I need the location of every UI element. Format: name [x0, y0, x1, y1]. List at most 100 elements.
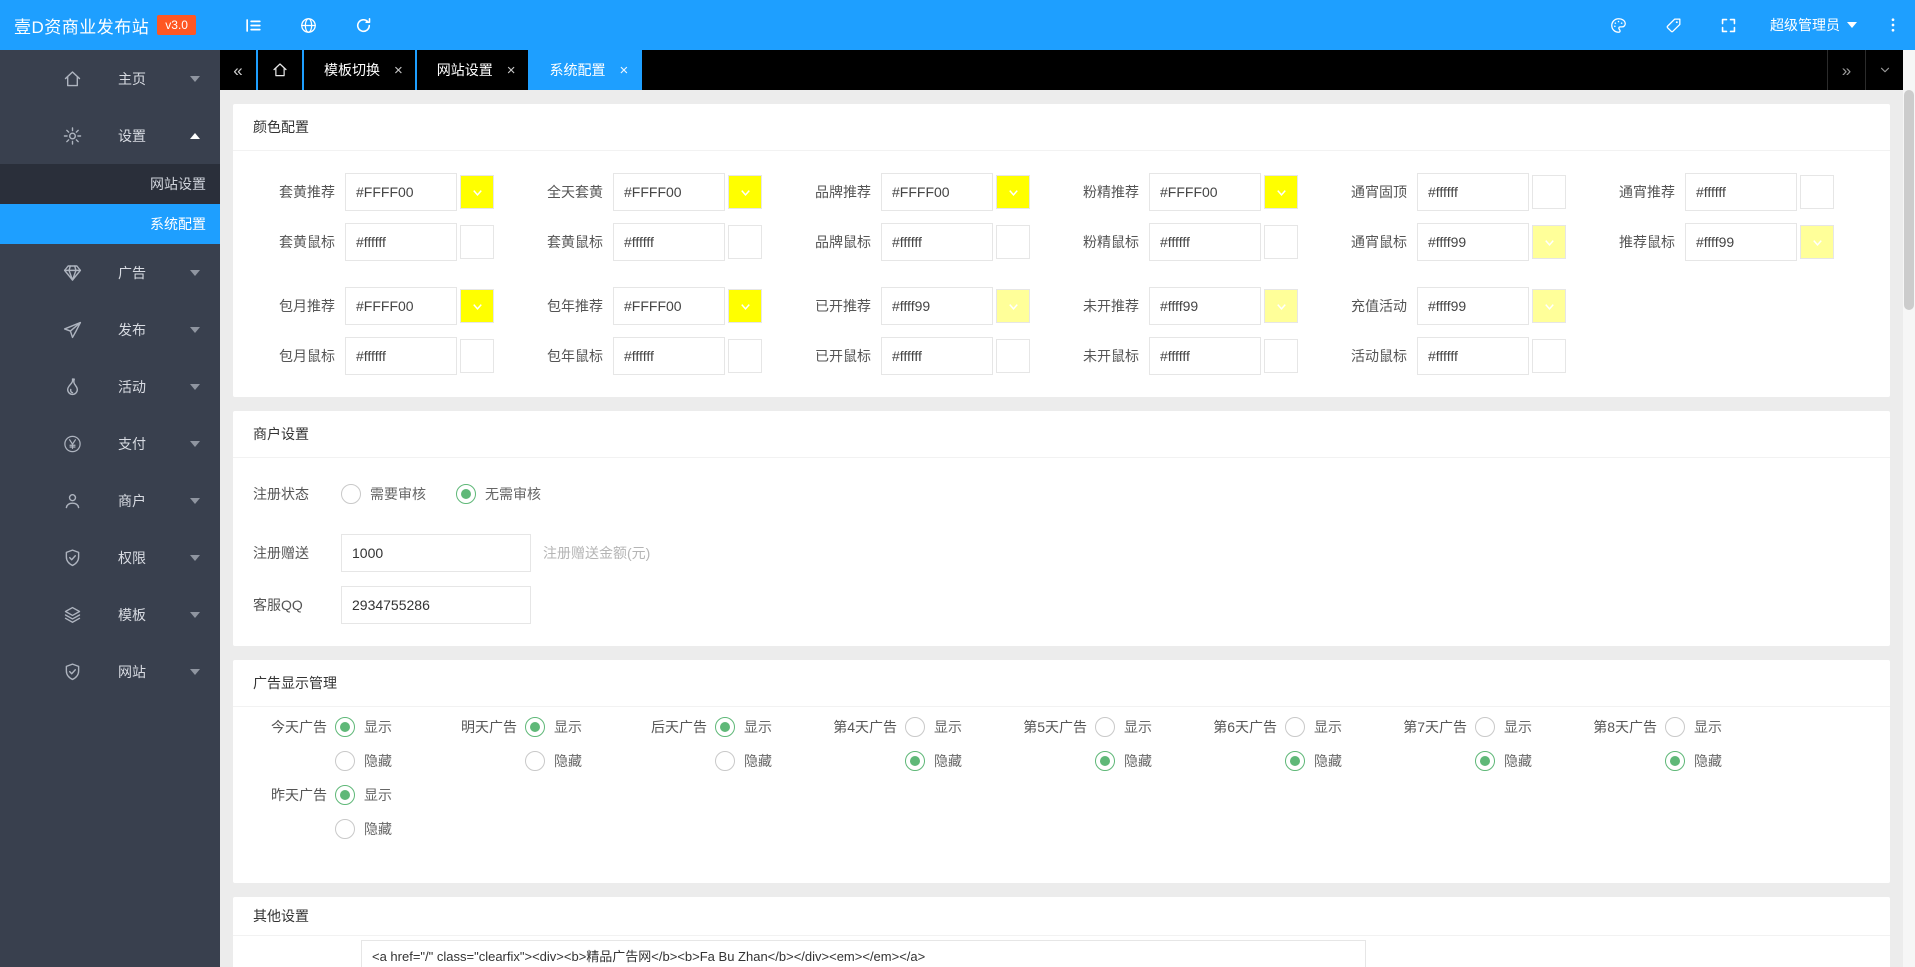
- radio-show-day7[interactable]: 显示: [1475, 717, 1532, 737]
- palette-icon[interactable]: [1591, 0, 1646, 50]
- radio-show-tomorrow[interactable]: 显示: [525, 717, 582, 737]
- color-value-input[interactable]: [1149, 223, 1261, 261]
- more-vertical-icon[interactable]: [1871, 0, 1915, 50]
- radio-hide-day7[interactable]: 隐藏: [1475, 751, 1532, 771]
- radio-show-yesterday[interactable]: 显示: [335, 785, 392, 805]
- color-value-input[interactable]: [1685, 173, 1797, 211]
- radio-no-review[interactable]: 无需审核: [456, 484, 541, 504]
- radio-show-day-after[interactable]: 显示: [715, 717, 772, 737]
- sidebar-item-home[interactable]: 主页: [0, 50, 220, 107]
- tabs-scroll-left-button[interactable]: «: [220, 50, 258, 90]
- sidebar-item-template[interactable]: 模板: [0, 586, 220, 643]
- color-swatch-button[interactable]: [728, 339, 762, 373]
- color-value-input[interactable]: [1417, 337, 1529, 375]
- tab-template-switch[interactable]: 模板切换 ×: [304, 50, 417, 90]
- radio-show-today[interactable]: 显示: [335, 717, 392, 737]
- color-swatch-button[interactable]: [460, 339, 494, 373]
- site-code-textarea[interactable]: <a href="/" class="clearfix"><div><b>精品广…: [361, 940, 1366, 967]
- color-swatch-button[interactable]: [1264, 339, 1298, 373]
- tag-icon[interactable]: [1646, 0, 1701, 50]
- close-icon[interactable]: ×: [620, 63, 629, 78]
- tab-system-config[interactable]: 系统配置 ×: [529, 50, 643, 90]
- color-swatch-button[interactable]: [1532, 225, 1566, 259]
- color-value-input[interactable]: [881, 173, 993, 211]
- color-swatch-button[interactable]: [1264, 225, 1298, 259]
- radio-show-day6[interactable]: 显示: [1285, 717, 1342, 737]
- radio-hide-day-after[interactable]: 隐藏: [715, 751, 772, 771]
- globe-icon[interactable]: [281, 0, 336, 50]
- tab-website-settings[interactable]: 网站设置 ×: [416, 50, 530, 90]
- color-value-input[interactable]: [1685, 223, 1797, 261]
- sidebar-item-website-settings[interactable]: 网站设置: [0, 164, 220, 204]
- close-icon[interactable]: ×: [394, 63, 403, 78]
- sidebar-item-website[interactable]: 网站: [0, 643, 220, 700]
- radio-need-review[interactable]: 需要审核: [341, 484, 426, 504]
- sidebar-item-settings[interactable]: 设置: [0, 107, 220, 164]
- sidebar-item-activity[interactable]: 活动: [0, 358, 220, 415]
- color-swatch-button[interactable]: [1532, 175, 1566, 209]
- color-swatch-button[interactable]: [1532, 289, 1566, 323]
- radio-hide-day6[interactable]: 隐藏: [1285, 751, 1342, 771]
- radio-hide-yesterday[interactable]: 隐藏: [335, 819, 392, 839]
- tabs-dropdown-button[interactable]: [1865, 50, 1903, 90]
- radio-show-day4[interactable]: 显示: [905, 717, 962, 737]
- scrollbar-thumb[interactable]: [1904, 90, 1914, 310]
- color-value-input[interactable]: [1149, 173, 1261, 211]
- color-value-input[interactable]: [1149, 287, 1261, 325]
- color-swatch-button[interactable]: [996, 289, 1030, 323]
- color-value-input[interactable]: [613, 173, 725, 211]
- color-value-input[interactable]: [1149, 337, 1261, 375]
- color-value-input[interactable]: [613, 223, 725, 261]
- radio-hide-tomorrow[interactable]: 隐藏: [525, 751, 582, 771]
- shrink-icon[interactable]: [226, 0, 281, 50]
- fullscreen-icon[interactable]: [1701, 0, 1756, 50]
- refresh-icon[interactable]: [336, 0, 391, 50]
- sidebar-item-merchant[interactable]: 商户: [0, 472, 220, 529]
- sidebar-item-permission[interactable]: 权限: [0, 529, 220, 586]
- user-menu[interactable]: 超级管理员: [1756, 0, 1871, 50]
- radio-hide-today[interactable]: 隐藏: [335, 751, 392, 771]
- app-logo[interactable]: 壹D资商业发布站 v3.0: [0, 0, 220, 50]
- color-value-input[interactable]: [345, 287, 457, 325]
- color-swatch-button[interactable]: [728, 175, 762, 209]
- radio-show-day5[interactable]: 显示: [1095, 717, 1152, 737]
- color-swatch-button[interactable]: [1264, 289, 1298, 323]
- color-swatch-button[interactable]: [996, 225, 1030, 259]
- color-value-input[interactable]: [1417, 173, 1529, 211]
- color-value-input[interactable]: [881, 287, 993, 325]
- sidebar-item-ads[interactable]: 广告: [0, 244, 220, 301]
- color-value-input[interactable]: [1417, 287, 1529, 325]
- vertical-scrollbar[interactable]: [1903, 50, 1915, 967]
- color-value-input[interactable]: [345, 223, 457, 261]
- close-icon[interactable]: ×: [507, 63, 516, 78]
- color-swatch-button[interactable]: [460, 225, 494, 259]
- sidebar-item-payment[interactable]: 支付: [0, 415, 220, 472]
- color-swatch-button[interactable]: [460, 175, 494, 209]
- color-value-input[interactable]: [613, 337, 725, 375]
- color-value-input[interactable]: [881, 223, 993, 261]
- color-swatch-button[interactable]: [1264, 175, 1298, 209]
- service-qq-input[interactable]: [341, 586, 531, 624]
- color-value-input[interactable]: [613, 287, 725, 325]
- tab-home[interactable]: [258, 50, 304, 90]
- color-swatch-button[interactable]: [996, 339, 1030, 373]
- sidebar-item-publish[interactable]: 发布: [0, 301, 220, 358]
- radio-hide-day4[interactable]: 隐藏: [905, 751, 962, 771]
- color-value-input[interactable]: [345, 173, 457, 211]
- color-swatch-button[interactable]: [1800, 225, 1834, 259]
- color-value-input[interactable]: [881, 337, 993, 375]
- register-gift-input[interactable]: [341, 534, 531, 572]
- sidebar-item-system-config[interactable]: 系统配置: [0, 204, 220, 244]
- color-swatch-button[interactable]: [996, 175, 1030, 209]
- color-swatch-button[interactable]: [728, 225, 762, 259]
- color-value-input[interactable]: [345, 337, 457, 375]
- radio-show-day8[interactable]: 显示: [1665, 717, 1722, 737]
- color-swatch-button[interactable]: [728, 289, 762, 323]
- radio-hide-day5[interactable]: 隐藏: [1095, 751, 1152, 771]
- color-swatch-button[interactable]: [1800, 175, 1834, 209]
- color-value-input[interactable]: [1417, 223, 1529, 261]
- tabs-scroll-right-button[interactable]: »: [1827, 50, 1865, 90]
- color-swatch-button[interactable]: [1532, 339, 1566, 373]
- radio-hide-day8[interactable]: 隐藏: [1665, 751, 1722, 771]
- color-swatch-button[interactable]: [460, 289, 494, 323]
